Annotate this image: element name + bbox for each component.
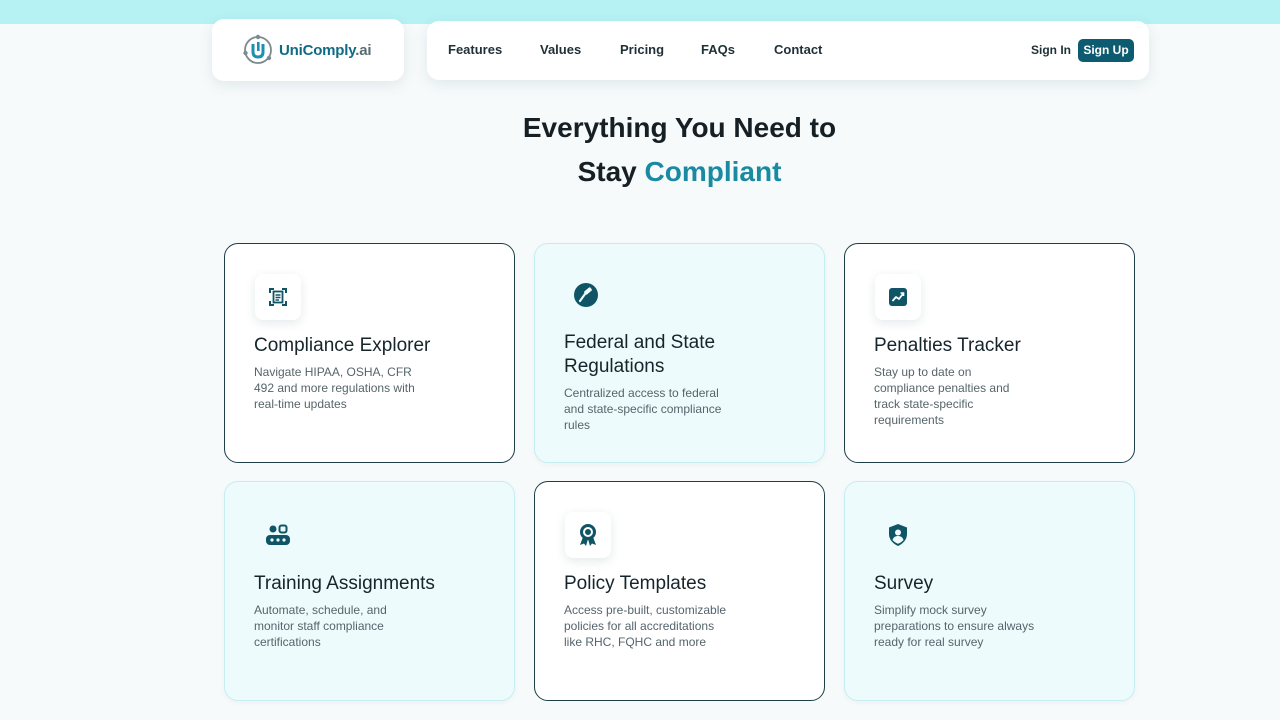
title-line-2: Stay Compliant [577, 156, 782, 187]
gavel-icon [574, 283, 598, 307]
feature-icon-box [255, 274, 301, 320]
feature-card-penalties-tracker[interactable]: Penalties Tracker Stay up to date on com… [844, 243, 1135, 463]
feature-title: Survey [874, 573, 934, 594]
logo[interactable]: UniComply.ai [212, 19, 404, 81]
feature-description: Access pre-built, customizable policies … [564, 603, 727, 649]
feature-title: Compliance Explorer [254, 335, 431, 356]
award-badge-icon [580, 524, 596, 546]
group-icon [266, 524, 290, 545]
unicomply-logo-icon [243, 34, 272, 64]
sign-up-button[interactable]: Sign Up [1078, 39, 1134, 62]
feature-card-survey[interactable]: Survey Simplify mock survey preparations… [844, 481, 1135, 701]
nav-link-faqs[interactable]: FAQs [701, 42, 735, 57]
shield-user-icon [889, 524, 907, 546]
feature-icon-box [875, 512, 921, 558]
feature-description: Automate, schedule, and monitor staff co… [254, 603, 387, 649]
feature-description: Stay up to date on compliance penalties … [874, 365, 1010, 427]
nav-link-pricing[interactable]: Pricing [620, 42, 664, 57]
page-title: Everything You Need to Stay Compliant [0, 106, 1280, 194]
feature-title: Penalties Tracker [874, 335, 1021, 356]
trend-chart-icon [889, 288, 907, 306]
feature-card-federal-state-regulations[interactable]: Federal and State Regulations Centralize… [534, 243, 825, 463]
nav-link-values[interactable]: Values [540, 42, 581, 57]
sign-in-link[interactable]: Sign In [1031, 43, 1071, 57]
feature-title: Policy Templates [564, 573, 707, 594]
nav-link-features[interactable]: Features [448, 42, 502, 57]
document-scan-icon [269, 288, 287, 306]
feature-card-policy-templates[interactable]: Policy Templates Access pre-built, custo… [534, 481, 825, 701]
title-line-1: Everything You Need to [522, 112, 837, 143]
feature-title: Training Assignments [254, 573, 435, 594]
brand-name: UniComply.ai [279, 41, 372, 59]
feature-icon-box [565, 512, 611, 558]
feature-icon-box [875, 274, 921, 320]
main-navigation: Features Values Pricing FAQs Contact Sig… [427, 21, 1149, 80]
feature-card-training-assignments[interactable]: Training Assignments Automate, schedule,… [224, 481, 515, 701]
title-accent-word: Compliant [644, 156, 782, 187]
feature-icon-box [563, 272, 609, 318]
nav-link-contact[interactable]: Contact [774, 42, 822, 57]
feature-description: Simplify mock survey preparations to ens… [874, 603, 1035, 649]
feature-icon-box [255, 512, 301, 558]
feature-card-compliance-explorer[interactable]: Compliance Explorer Navigate HIPAA, OSHA… [224, 243, 515, 463]
feature-title: Federal and State Regulations [564, 332, 716, 377]
feature-description: Centralized access to federal and state-… [564, 386, 722, 432]
feature-description: Navigate HIPAA, OSHA, CFR 492 and more r… [254, 365, 415, 411]
